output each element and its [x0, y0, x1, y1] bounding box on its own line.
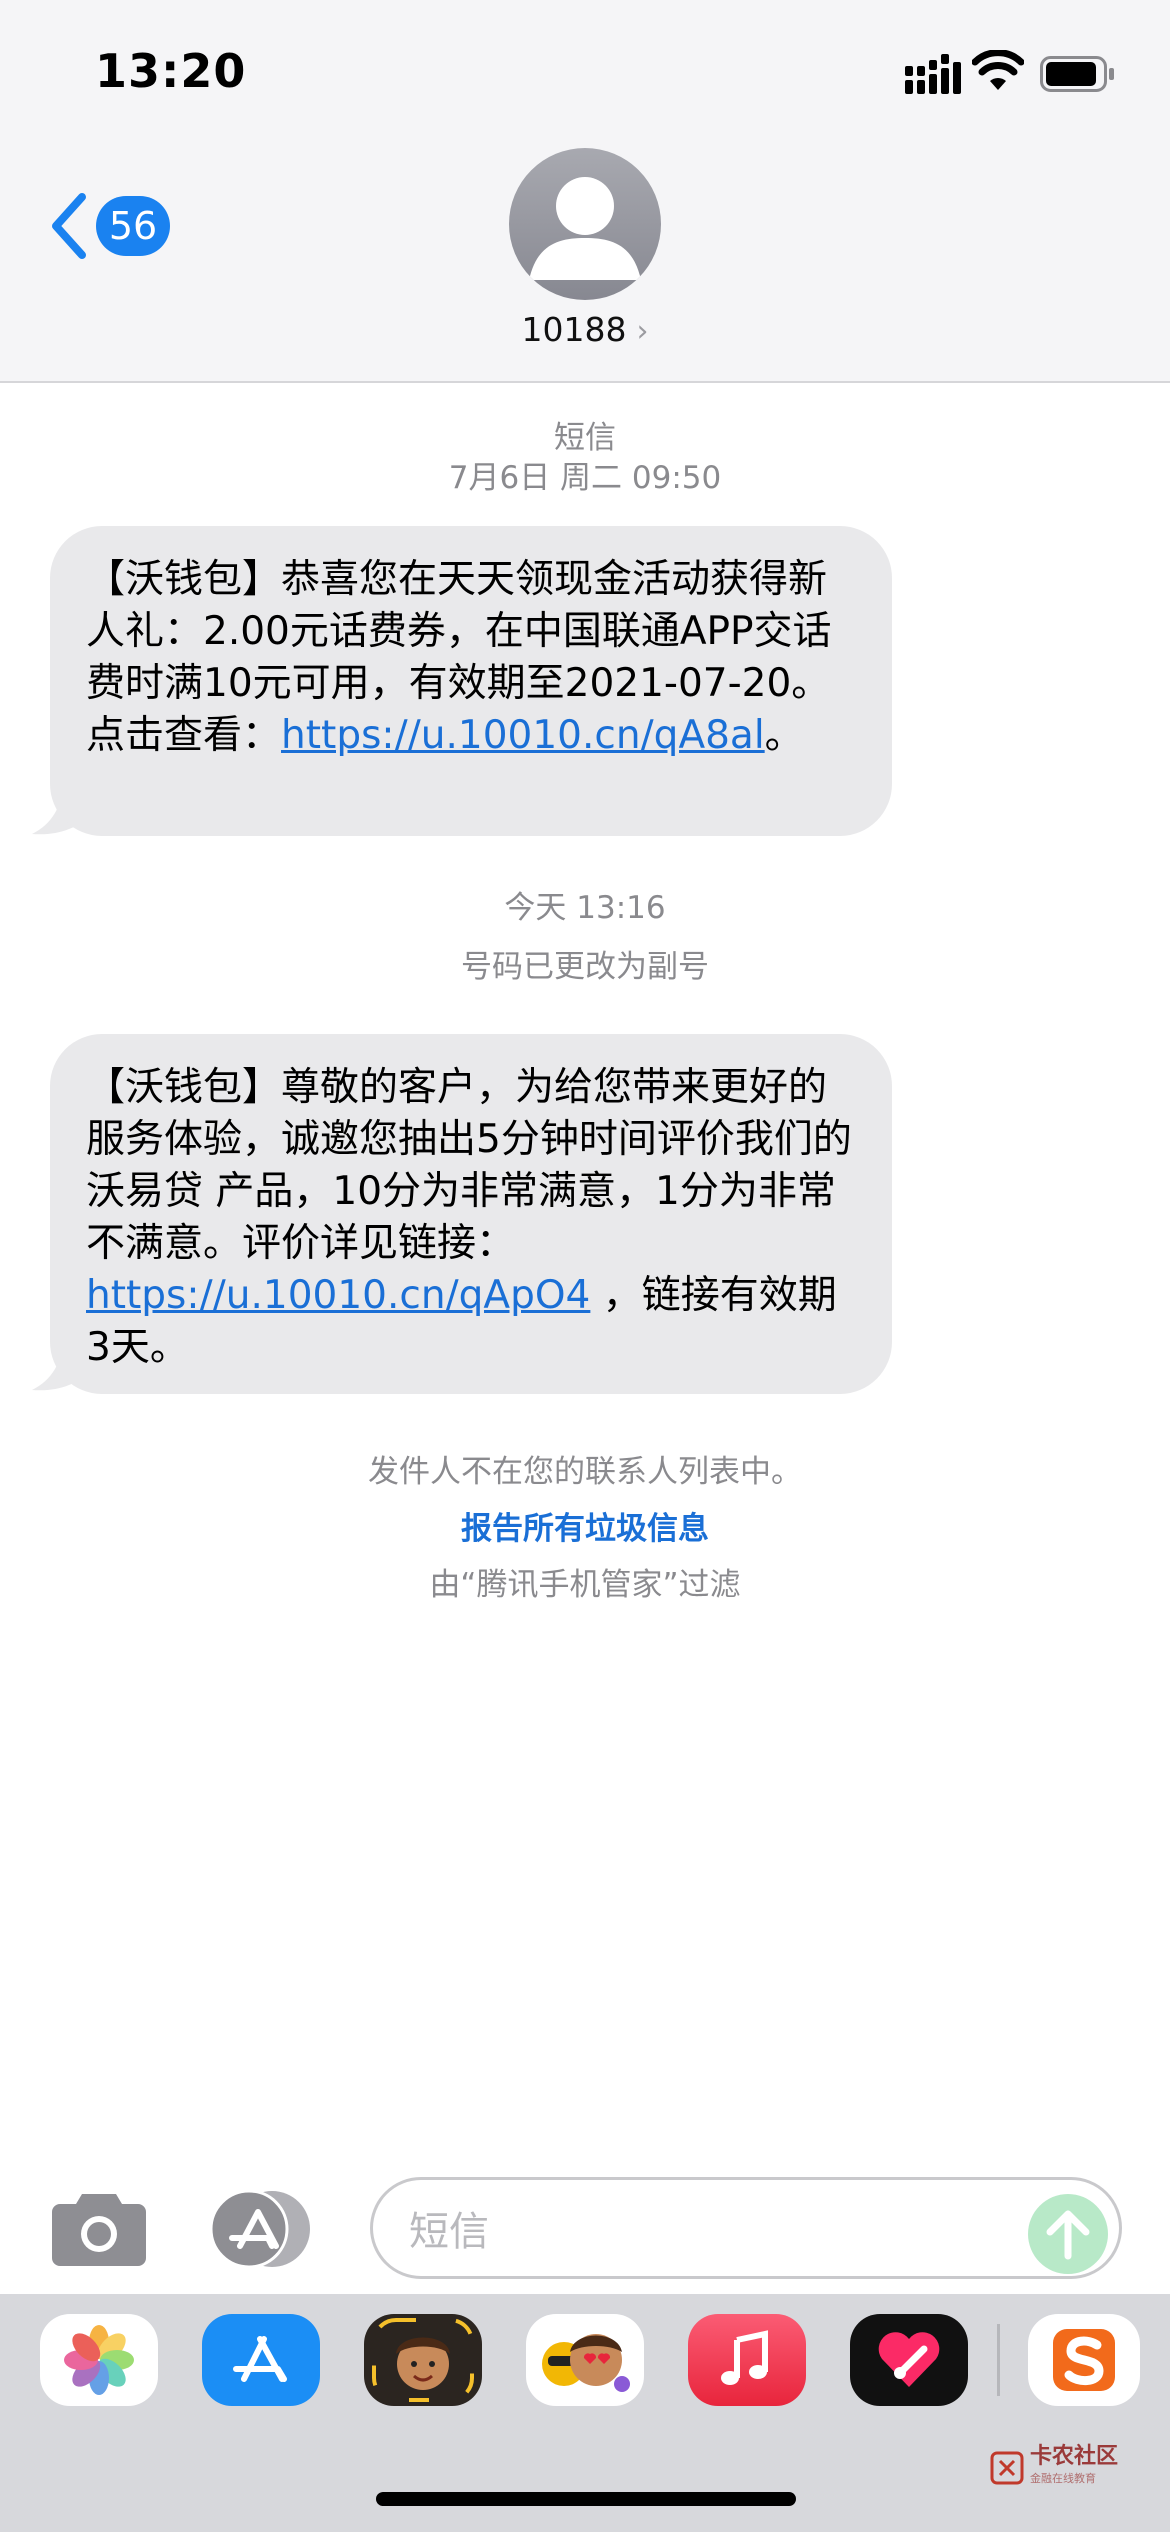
cellular-signal-icon — [905, 54, 961, 94]
music-app-icon[interactable] — [688, 2314, 806, 2406]
number-change-note: 号码已更改为副号 — [461, 949, 709, 985]
watermark-icon — [990, 2451, 1024, 2485]
battery-icon — [1040, 56, 1114, 92]
arrow-up-icon — [1046, 2210, 1090, 2260]
report-junk-link[interactable]: 报告所有垃圾信息 — [0, 1503, 1170, 1548]
camera-icon[interactable] — [52, 2190, 146, 2266]
back-button[interactable]: 56 — [48, 190, 170, 262]
app-store-icon[interactable] — [210, 2190, 314, 2268]
message-link[interactable]: https://u.10010.cn/qA8al — [281, 713, 765, 758]
filter-source-note: 由“腾讯手机管家”过滤 — [429, 1567, 741, 1603]
message-timestamp: 今天 13:16 — [504, 890, 666, 926]
not-in-contacts-notice: 发件人不在您的联系人列表中。 — [368, 1454, 802, 1490]
unread-count-badge: 56 — [96, 196, 170, 256]
contact-avatar[interactable] — [509, 148, 661, 300]
service-label: 短信 — [554, 420, 616, 456]
message-input-placeholder: 短信 — [409, 2209, 489, 2255]
animoji-stickers-app-icon[interactable] — [526, 2314, 644, 2406]
message-link[interactable]: https://u.10010.cn/qApO4 — [86, 1273, 590, 1318]
message-text-tail: 。 — [764, 713, 804, 758]
watermark-subtitle: 金融在线教育 — [1030, 2472, 1096, 2485]
digital-touch-app-icon[interactable] — [850, 2314, 968, 2406]
watermark-text: 卡农社区 — [1030, 2444, 1119, 2469]
memoji-app-icon[interactable] — [364, 2314, 482, 2406]
chevron-left-icon — [52, 193, 86, 259]
message-text: 【沃钱包】尊敬的客户，为给您带来更好的服务体验，诚邀您抽出5分钟时间评价我们的 … — [86, 1065, 852, 1266]
chevron-right-icon: › — [636, 314, 649, 349]
person-silhouette-icon — [529, 177, 641, 280]
tray-divider — [997, 2324, 1000, 2396]
message-bubble[interactable]: 【沃钱包】恭喜您在天天领现金活动获得新人礼：2.00元话费券，在中国联通APP交… — [50, 526, 892, 836]
send-button[interactable] — [1028, 2194, 1108, 2274]
home-indicator[interactable] — [376, 2492, 796, 2506]
contact-name: 10188 — [521, 310, 627, 349]
app-store-app-icon[interactable] — [202, 2314, 320, 2406]
message-timestamp: 7月6日 周二 09:50 — [448, 460, 722, 496]
photos-app-icon[interactable] — [40, 2314, 158, 2406]
status-time: 13:20 — [95, 44, 247, 98]
wifi-icon — [972, 50, 1024, 90]
contact-name-button[interactable]: 10188 › — [0, 310, 1170, 349]
message-bubble[interactable]: 【沃钱包】尊敬的客户，为给您带来更好的服务体验，诚邀您抽出5分钟时间评价我们的 … — [50, 1034, 892, 1394]
watermark-logo: 卡农社区 金融在线教育 — [990, 2446, 1118, 2490]
navigation-header: 13:20 56 10188 › — [0, 0, 1170, 383]
message-input[interactable]: 短信 — [370, 2177, 1122, 2279]
sogou-keyboard-app-icon[interactable] — [1028, 2314, 1140, 2406]
